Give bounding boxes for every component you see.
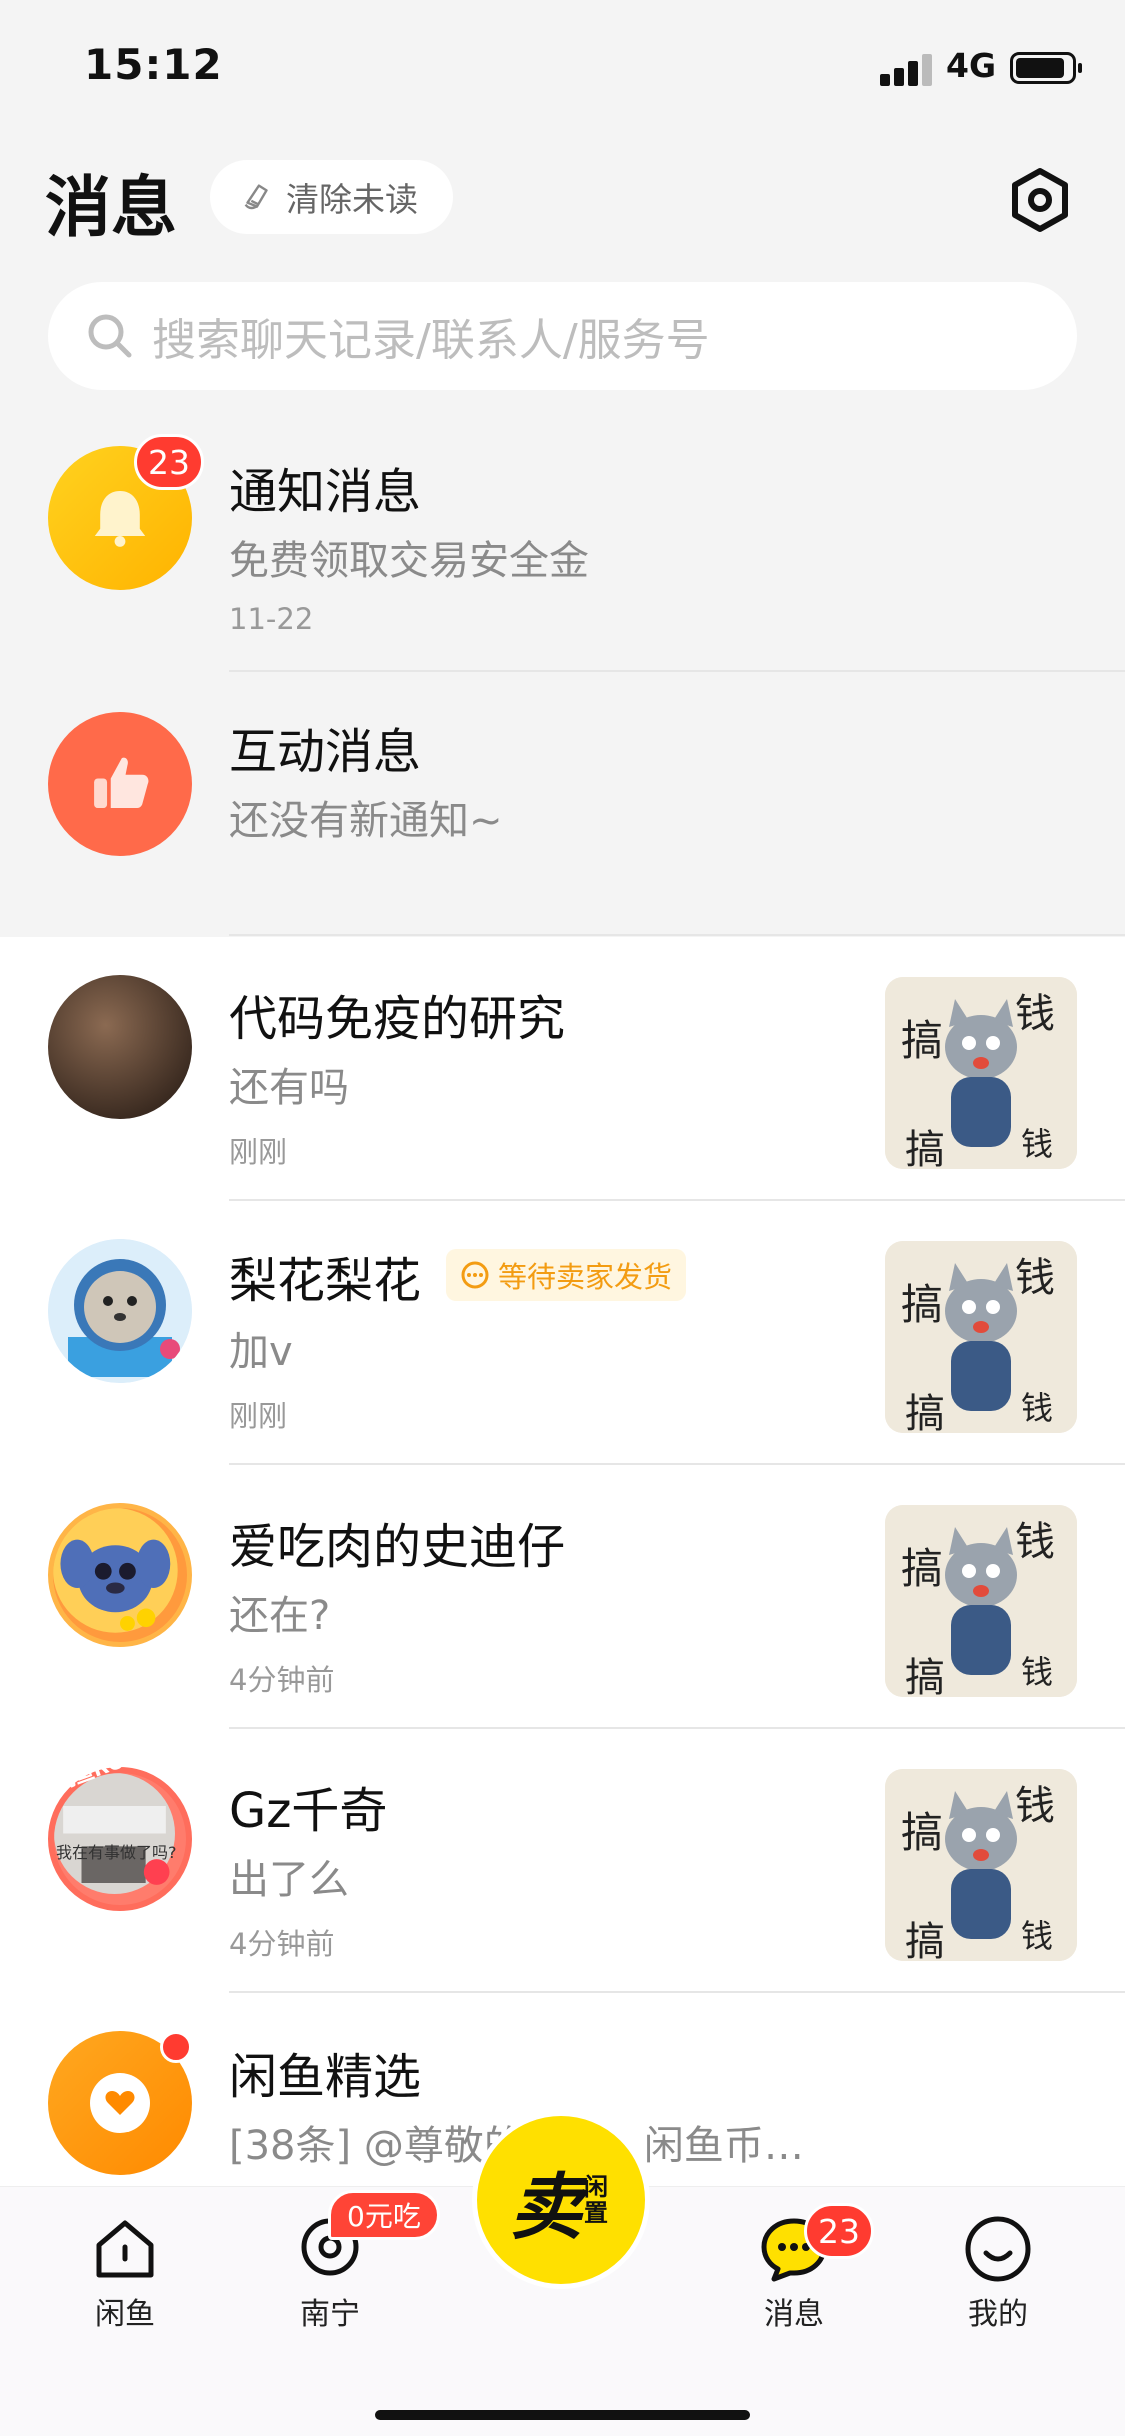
settings-button[interactable]	[1006, 166, 1074, 234]
sell-sub-label: 闲置	[584, 2173, 608, 2227]
bottom-tab-bar: 闲鱼 南宁 卖 闲置 消息 23 我的	[0, 2111, 1125, 2436]
page-title: 消息	[45, 169, 177, 246]
row-name: 互动消息	[229, 724, 422, 780]
sticker-char-2: 钱	[1015, 1519, 1055, 1565]
last-message: 加v	[229, 1329, 293, 1375]
sticker-char-2: 钱	[1015, 991, 1055, 1037]
sticker-char-2: 钱	[1015, 1255, 1055, 1301]
settings-hex-icon	[1012, 168, 1068, 232]
contact-name: 梨花梨花	[229, 1241, 421, 1311]
free-food-promo-badge[interactable]: 0元吃	[328, 2190, 440, 2240]
home-indicator	[375, 2410, 750, 2420]
avatar-photo-caption: 我在有事做了吗?	[56, 1843, 177, 1862]
sell-main-label: 卖	[509, 2164, 582, 2249]
battery-icon	[1010, 52, 1082, 84]
sticker-char-4: 钱	[1021, 1917, 1053, 1955]
network-label: 4G	[946, 46, 997, 85]
message-time: 刚刚	[229, 1399, 288, 1433]
sticker-char-3: 搞	[905, 1655, 945, 1697]
product-thumbnail[interactable]: 搞 钱 搞 钱	[885, 977, 1077, 1169]
order-status-label: 等待卖家发货	[498, 1260, 673, 1294]
sell-item-button[interactable]: 卖 闲置	[472, 2111, 650, 2289]
message-time: 刚刚	[229, 1135, 288, 1169]
contact-name: 代码免疫的研究	[229, 991, 566, 1047]
user-avatar	[48, 1239, 192, 1383]
tab-label: 南宁	[300, 2297, 360, 2332]
messages-badge: 23	[804, 2203, 874, 2259]
contact-name: 闲鱼精选	[229, 2049, 422, 2105]
last-message: 还在?	[229, 1593, 331, 1639]
search-icon	[88, 314, 132, 358]
sticker-char-1: 搞	[901, 1280, 943, 1329]
cat-sticker-image: 搞 钱 搞 钱	[885, 977, 1077, 1169]
search-input[interactable]: 搜索聊天记录/联系人/服务号	[48, 282, 1077, 390]
row-message: 免费领取交易安全金	[229, 538, 589, 584]
conversation-row[interactable]: 梨花梨花 等待卖家发货 加v 刚刚 搞 钱 搞 钱	[0, 1201, 1125, 1465]
row-message: 还没有新通知~	[229, 798, 503, 844]
product-thumbnail[interactable]: 搞 钱 搞 钱	[885, 1769, 1077, 1961]
more-dots-icon	[461, 1261, 489, 1289]
sticker-char-1: 搞	[901, 1808, 943, 1857]
sticker-char-4: 钱	[1021, 1653, 1053, 1691]
sticker-char-3: 搞	[905, 1919, 945, 1961]
last-message: 出了么	[229, 1857, 349, 1903]
bell-icon	[94, 491, 146, 547]
tab-xianyu[interactable]: 闲鱼	[45, 2213, 205, 2333]
home-icon	[96, 2220, 154, 2278]
sticker-char-3: 搞	[905, 1127, 945, 1169]
user-avatar	[48, 975, 192, 1119]
message-time: 4分钟前	[229, 1927, 335, 1961]
clear-unread-button[interactable]: 清除未读	[210, 160, 453, 234]
contact-name: Gz千奇	[229, 1783, 388, 1839]
row-name: 通知消息	[229, 464, 422, 520]
interaction-messages-row[interactable]: 互动消息 还没有新通知~	[0, 672, 1125, 936]
last-message: 还有吗	[229, 1065, 349, 1111]
broom-icon	[244, 184, 268, 210]
contact-name: 爱吃肉的史迪仔	[229, 1519, 566, 1575]
conversation-row[interactable]: 代码免疫的研究 还有吗 刚刚 搞 钱 搞 钱	[0, 937, 1125, 1201]
cat-sticker-image: 搞 钱 搞 钱	[885, 1241, 1077, 1433]
tab-label: 闲鱼	[95, 2297, 155, 2332]
sticker-char-1: 搞	[901, 1016, 943, 1065]
tab-label: 我的	[968, 2297, 1028, 2332]
sticker-char-4: 钱	[1021, 1389, 1053, 1427]
row-time: 11-22	[229, 602, 314, 636]
cat-sticker-image: 搞 钱 搞 钱	[885, 1769, 1077, 1961]
cat-astronaut-avatar-image	[48, 1239, 192, 1383]
signal-icon	[880, 52, 934, 86]
stitch-avatar-image	[53, 1508, 178, 1633]
row-divider	[229, 934, 1125, 936]
status-time: 15:12	[84, 40, 223, 89]
product-thumbnail[interactable]: 搞 钱 搞 钱	[885, 1241, 1077, 1433]
sticker-char-4: 钱	[1021, 1125, 1053, 1163]
conversation-row[interactable]: 闲鱼有钱花 爱吃肉的史迪仔 还在? 4分钟前 搞 钱 搞 钱	[0, 1460, 1125, 1729]
cat-sticker-image: 搞 钱 搞 钱	[885, 1505, 1077, 1697]
profile-icon	[965, 2216, 1031, 2282]
status-bar: 15:12 4G	[0, 0, 1125, 132]
order-status-tag: 等待卖家发货	[446, 1249, 687, 1301]
message-time: 4分钟前	[229, 1663, 335, 1697]
clear-unread-label: 清除未读	[286, 180, 418, 219]
unread-badge: 23	[134, 434, 204, 490]
tab-label: 消息	[764, 2297, 824, 2332]
thumbs-up-icon	[94, 757, 149, 809]
user-avatar	[48, 1503, 192, 1647]
product-thumbnail[interactable]: 搞 钱 搞 钱	[885, 1505, 1077, 1697]
tab-profile[interactable]: 我的	[918, 2213, 1078, 2333]
search-placeholder: 搜索聊天记录/联系人/服务号	[152, 315, 710, 366]
contact-name-text: 梨花梨花	[229, 1253, 422, 1309]
thumbs-up-avatar	[48, 712, 192, 856]
sticker-char-2: 钱	[1015, 1783, 1055, 1829]
notification-messages-row[interactable]: 23 通知消息 免费领取交易安全金 11-22	[0, 410, 1125, 672]
unread-dot	[160, 2031, 192, 2063]
sticker-char-3: 搞	[905, 1391, 945, 1433]
sticker-char-1: 搞	[901, 1544, 943, 1593]
conversation-row[interactable]: 闲鱼ROSE 我在有事做了吗? Gz千奇 出了么 4分钟前 搞 钱 搞 钱	[0, 1729, 1125, 1993]
